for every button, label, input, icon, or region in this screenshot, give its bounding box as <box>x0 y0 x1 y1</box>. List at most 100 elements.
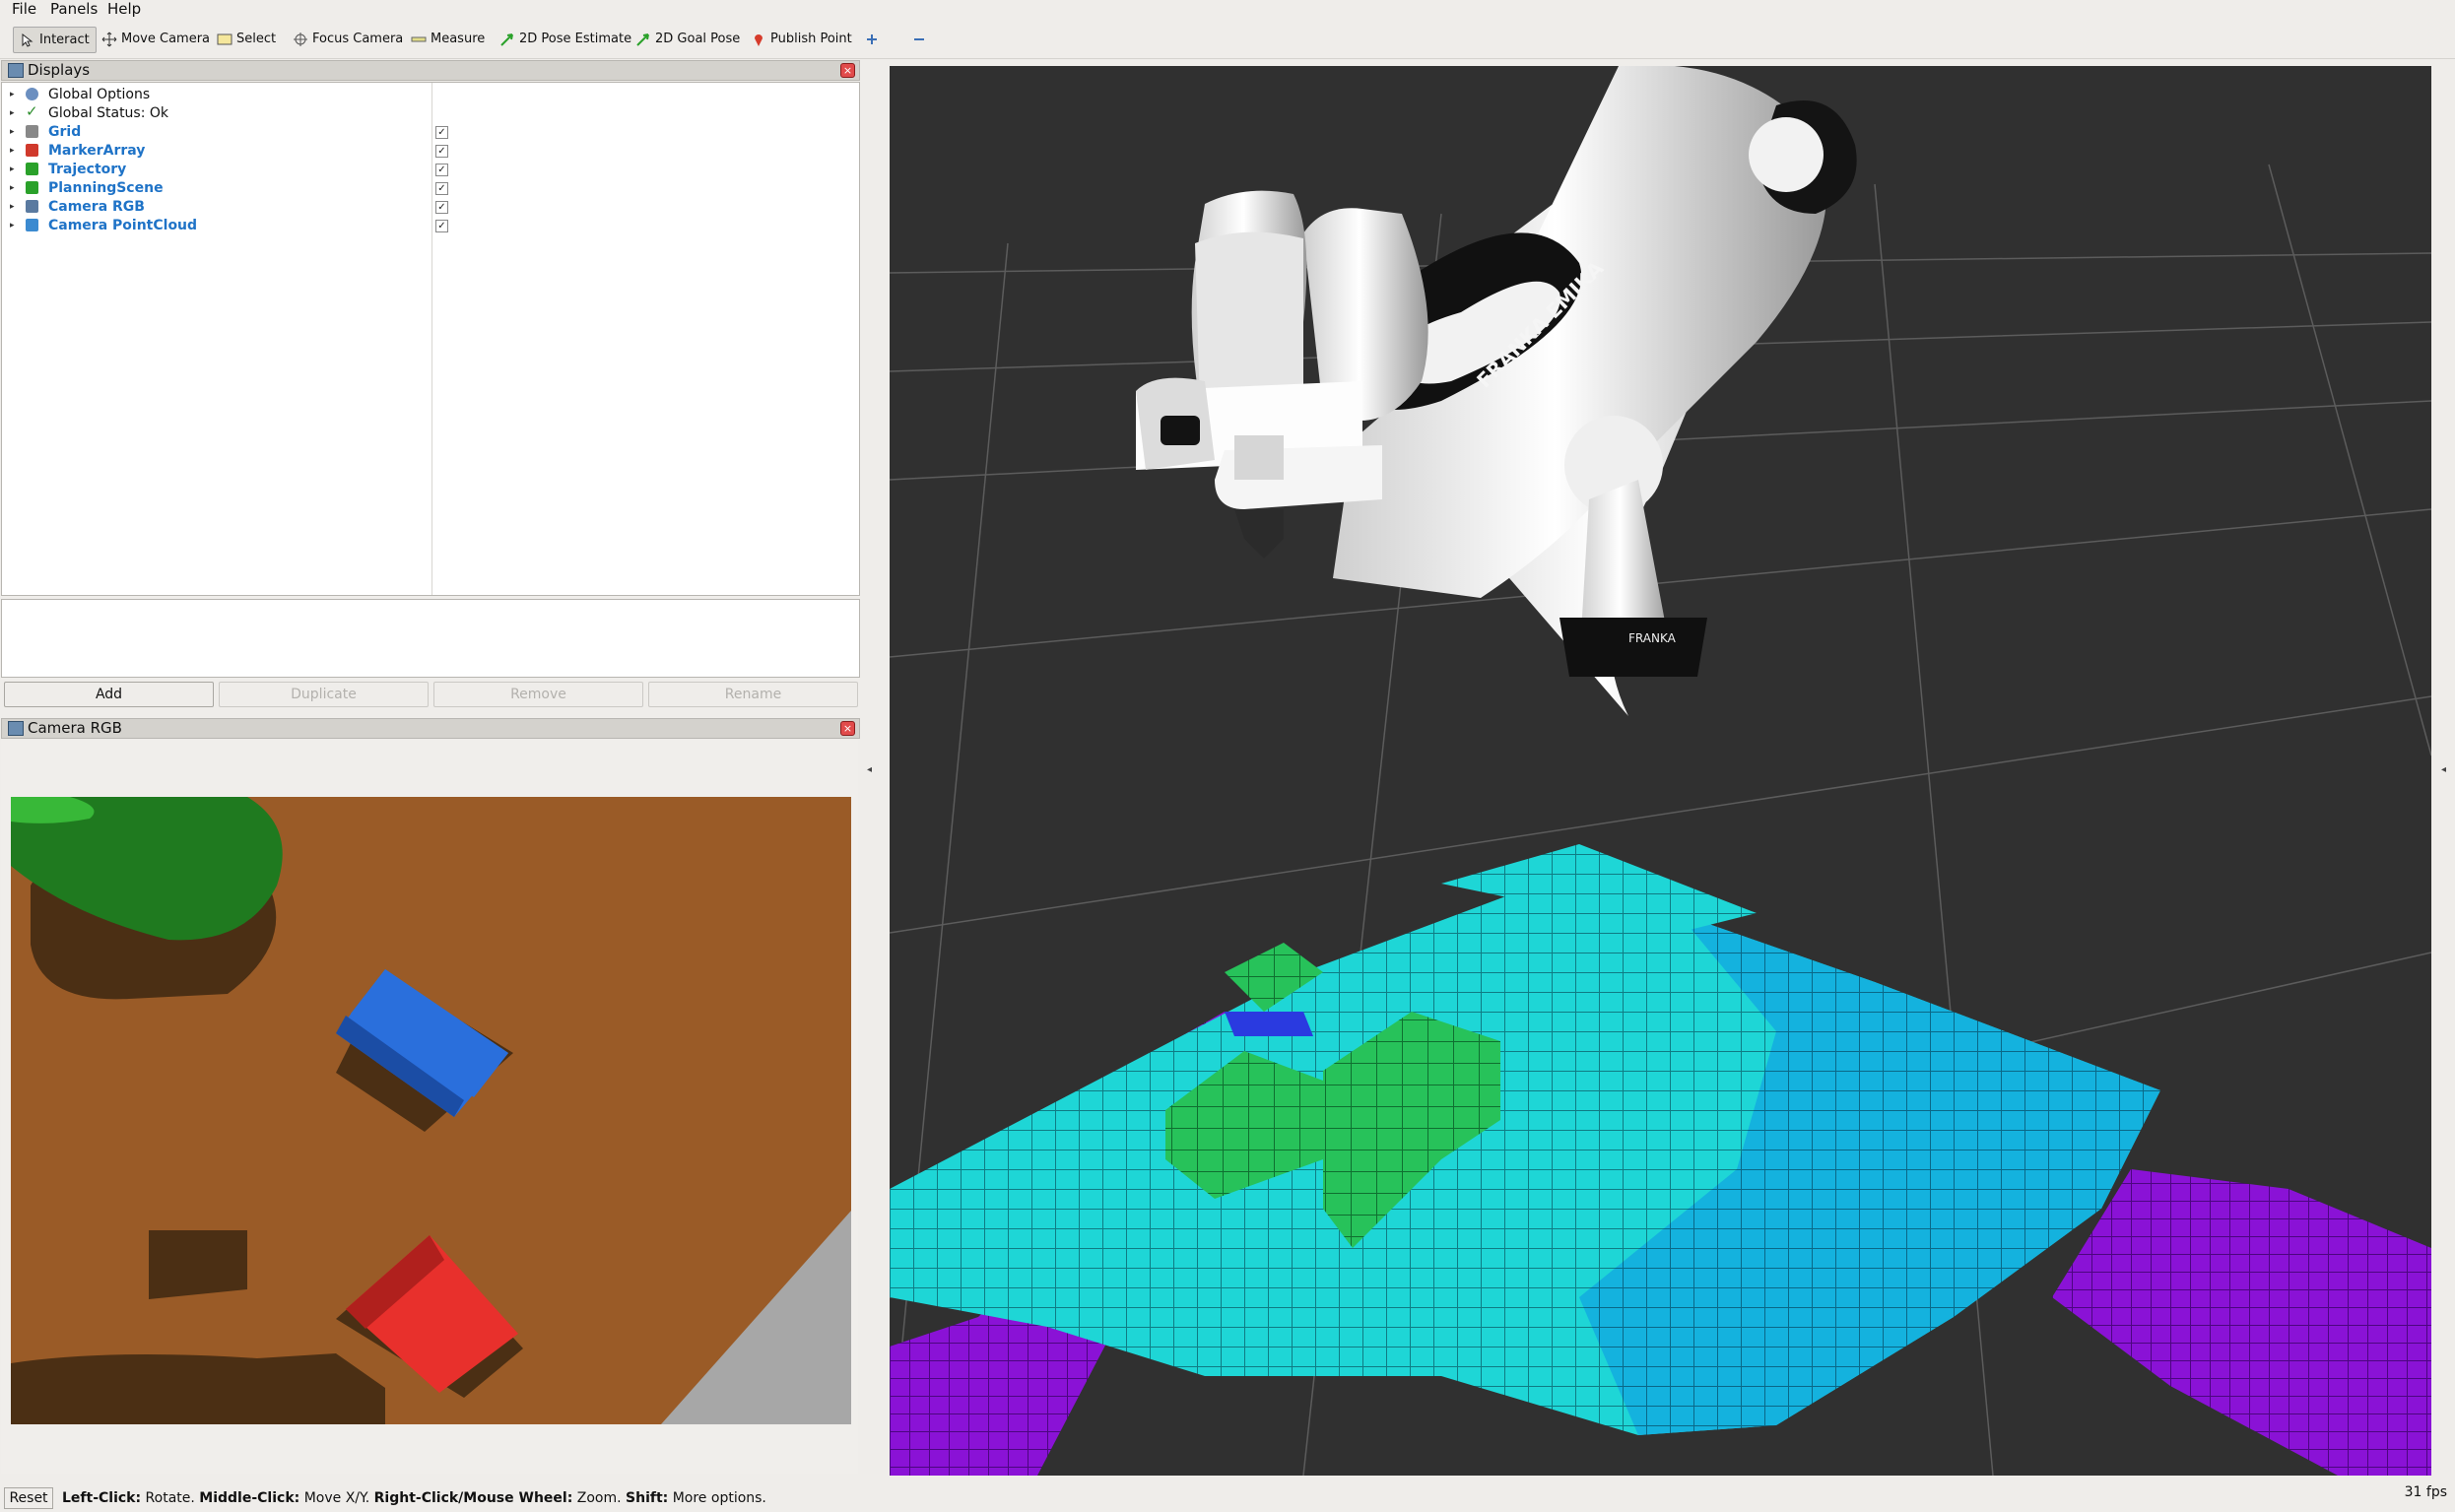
expand-arrow-icon[interactable]: ▸ <box>10 86 15 104</box>
scene-render[interactable]: FRANKA EMIKA FRANKA <box>890 66 2431 1476</box>
minus-icon <box>914 37 924 40</box>
goal-pose-arrow-icon <box>636 33 649 46</box>
enable-checkbox[interactable]: ✓ <box>435 220 448 232</box>
interact-tool-label: Interact <box>39 33 90 47</box>
add-tool-button[interactable] <box>864 27 884 51</box>
publish-point-pin-icon <box>755 33 763 46</box>
display-item-planningscene[interactable]: ▸ PlanningScene ✓ <box>2 179 859 198</box>
displays-panel-titlebar: Displays × <box>1 60 860 81</box>
enable-checkbox[interactable]: ✓ <box>435 182 448 195</box>
close-icon[interactable]: × <box>840 721 855 736</box>
expand-arrow-icon[interactable]: ▸ <box>10 161 15 179</box>
camera-panel-title: Camera RGB <box>28 719 122 737</box>
enable-checkbox[interactable]: ✓ <box>435 164 448 176</box>
focus-camera-icon <box>294 32 307 46</box>
display-item-camera-pointcloud[interactable]: ▸ Camera PointCloud ✓ <box>2 217 859 235</box>
select-tool-button[interactable]: Select <box>217 27 276 51</box>
menu-help[interactable]: Help <box>107 0 141 19</box>
gear-icon <box>26 88 38 100</box>
display-item-label: MarkerArray <box>48 143 146 159</box>
display-item-trajectory[interactable]: ▸ Trajectory ✓ <box>2 161 859 179</box>
duplicate-display-button[interactable]: Duplicate <box>219 682 429 707</box>
expand-arrow-icon[interactable]: ▸ <box>10 179 15 198</box>
hint-right-click-action: Zoom. <box>572 1490 627 1506</box>
move-camera-tool-label: Move Camera <box>121 32 211 46</box>
hint-shift-action: More options. <box>668 1490 766 1506</box>
add-display-button[interactable]: Add <box>4 682 214 707</box>
hint-right-click-key: Right-Click/Mouse Wheel: <box>373 1490 573 1506</box>
menu-file[interactable]: File <box>12 0 36 19</box>
display-item-camera-rgb[interactable]: ▸ Camera RGB ✓ <box>2 198 859 217</box>
splitter-handle-left[interactable]: ◂ <box>867 764 872 775</box>
measure-icon <box>411 36 427 41</box>
rename-display-button[interactable]: Rename <box>648 682 858 707</box>
display-item-global-status-ok[interactable]: ▸ ✓ Global Status: Ok <box>2 104 859 123</box>
display-item-markerarray[interactable]: ▸ MarkerArray ✓ <box>2 142 859 161</box>
hint-left-click-action: Rotate. <box>141 1490 200 1506</box>
goal-pose-tool-label: 2D Goal Pose <box>655 32 741 46</box>
camera-image-icon <box>26 200 38 213</box>
splitter-handle-right[interactable]: ◂ <box>2441 764 2446 775</box>
menu-bar: File Panels Help <box>0 0 2455 19</box>
enable-checkbox[interactable]: ✓ <box>435 145 448 158</box>
pose-estimate-arrow-icon <box>500 33 513 46</box>
enable-checkbox[interactable]: ✓ <box>435 126 448 139</box>
display-item-label: Grid <box>48 124 82 140</box>
robot-arm: FRANKA EMIKA FRANKA <box>1136 66 1857 716</box>
display-item-grid[interactable]: ▸ Grid ✓ <box>2 123 859 142</box>
camera-panel-body <box>1 740 858 1474</box>
hint-middle-click-key: Middle-Click: <box>199 1490 300 1506</box>
fps-counter: 31 fps <box>2404 1484 2447 1500</box>
publish-point-tool-button[interactable]: Publish Point <box>751 27 852 51</box>
remove-tool-button[interactable] <box>911 27 931 51</box>
checkmark-icon: ✓ <box>26 102 38 120</box>
pose-estimate-tool-button[interactable]: 2D Pose Estimate <box>499 27 631 51</box>
pointcloud-icon <box>26 219 38 231</box>
move-camera-tool-button[interactable]: Move Camera <box>101 27 210 51</box>
display-description-box <box>1 599 860 678</box>
display-item-label: Global Status: Ok <box>48 105 169 121</box>
plus-icon <box>867 33 877 44</box>
interact-cursor-icon <box>22 33 33 47</box>
display-item-label: Camera PointCloud <box>48 218 198 233</box>
remove-display-button[interactable]: Remove <box>433 682 643 707</box>
toolbar: Interact Move Camera Select Focus Camera… <box>0 20 2455 59</box>
expand-arrow-icon[interactable]: ▸ <box>10 142 15 161</box>
move-camera-icon <box>101 32 117 46</box>
close-icon[interactable]: × <box>840 63 855 78</box>
publish-point-tool-label: Publish Point <box>770 32 852 46</box>
display-item-label: Camera RGB <box>48 199 145 215</box>
expand-arrow-icon[interactable]: ▸ <box>10 123 15 142</box>
pose-estimate-tool-label: 2D Pose Estimate <box>519 32 632 46</box>
display-item-label: PlanningScene <box>48 180 164 196</box>
select-icon <box>217 33 232 44</box>
displays-panel-title: Displays <box>28 61 91 79</box>
camera-image-icon <box>8 721 24 736</box>
enable-checkbox[interactable]: ✓ <box>435 201 448 214</box>
display-item-label: Trajectory <box>48 162 127 177</box>
hint-middle-click-action: Move X/Y. <box>299 1490 374 1506</box>
robot-base-brand: FRANKA <box>1628 631 1677 645</box>
measure-tool-button[interactable]: Measure <box>411 27 485 51</box>
camera-rgb-image[interactable] <box>11 797 851 1424</box>
status-hint: Left-Click: Rotate. Middle-Click: Move X… <box>62 1484 766 1512</box>
grid-icon <box>26 125 38 138</box>
marker-array-icon <box>26 144 38 157</box>
focus-camera-tool-button[interactable]: Focus Camera <box>293 27 403 51</box>
displays-tree: ▸ Global Options ▸ ✓ Global Status: Ok ▸ Grid ✓… <box>1 82 860 596</box>
camera-panel-titlebar: Camera RGB × <box>1 718 860 739</box>
render-viewport-3d[interactable]: FRANKA EMIKA FRANKA <box>890 66 2431 1476</box>
hint-shift-key: Shift: <box>626 1490 669 1506</box>
display-item-label: Global Options <box>48 87 151 102</box>
expand-arrow-icon[interactable]: ▸ <box>10 217 15 235</box>
reset-view-button[interactable]: Reset <box>4 1487 53 1509</box>
goal-pose-tool-button[interactable]: 2D Goal Pose <box>635 27 740 51</box>
voxel-region-purple-right <box>2052 1169 2431 1476</box>
status-bar: Reset Left-Click: Rotate. Middle-Click: … <box>0 1484 2455 1512</box>
measure-tool-label: Measure <box>431 32 486 46</box>
interact-tool-button[interactable]: Interact <box>13 27 97 53</box>
expand-arrow-icon[interactable]: ▸ <box>10 198 15 217</box>
menu-panels[interactable]: Panels <box>50 0 98 19</box>
display-item-global-options[interactable]: ▸ Global Options <box>2 86 859 104</box>
expand-arrow-icon[interactable]: ▸ <box>10 104 15 123</box>
